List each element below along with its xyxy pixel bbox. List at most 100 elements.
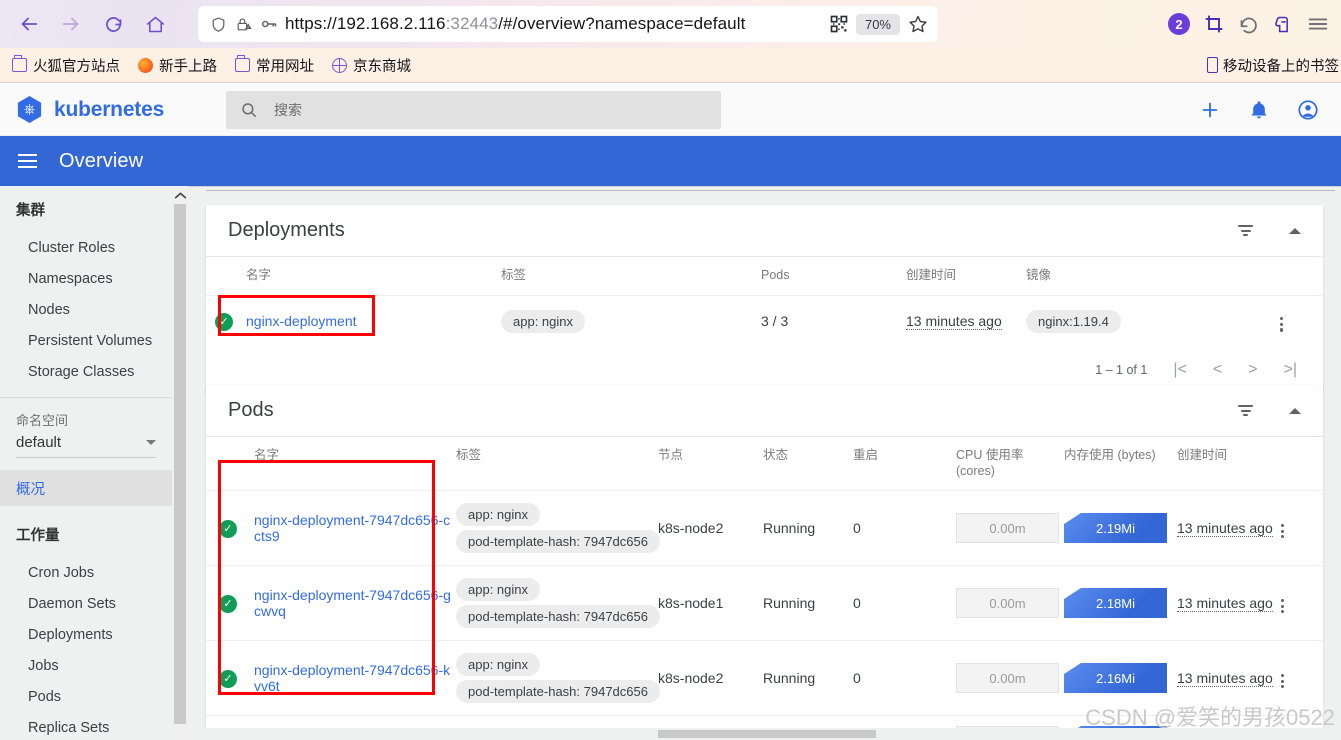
sidebar-item-namespaces[interactable]: Namespaces — [0, 263, 172, 294]
sidebar-item-persistent-volumes[interactable]: Persistent Volumes — [0, 325, 172, 356]
pagination-next-button[interactable]: > — [1248, 361, 1257, 379]
forward-icon[interactable] — [52, 5, 90, 43]
th-labels[interactable]: 标签 — [501, 257, 761, 295]
bookmark-item[interactable]: 新手上路 — [138, 55, 217, 76]
address-bar[interactable]: https://192.168.2.116:32443/#/overview?n… — [198, 6, 938, 42]
row-name-cell: nginx-deployment-7947dc656-gcwvq — [254, 565, 456, 641]
pagination-prev-button[interactable]: < — [1213, 361, 1222, 379]
sidebar-item-cluster-roles[interactable]: Cluster Roles — [0, 232, 172, 263]
notification-count-badge[interactable]: 2 — [1168, 13, 1190, 35]
filter-list-icon[interactable] — [1238, 224, 1253, 237]
qr-code-icon[interactable] — [830, 15, 848, 33]
sidebar-item-cron-jobs[interactable]: Cron Jobs — [0, 557, 172, 588]
th-name[interactable]: 名字 — [246, 257, 501, 295]
more-vert-icon[interactable] — [1276, 313, 1287, 336]
sidebar-item-storage-classes[interactable]: Storage Classes — [0, 356, 172, 387]
namespace-select[interactable]: default — [16, 434, 156, 458]
th-created[interactable]: 创建时间 — [906, 257, 1026, 295]
bell-icon[interactable] — [1249, 100, 1269, 120]
zoom-level-badge[interactable]: 70% — [855, 13, 900, 35]
created-timestamp: 13 minutes ago — [1177, 670, 1273, 688]
screenshot-crop-icon[interactable] — [1204, 14, 1224, 34]
table-row[interactable]: ✓ nginx-deployment app: nginx 3 / 3 13 m… — [206, 294, 1323, 348]
table-row[interactable]: ✓ nginx-deployment-7947dc656-ccts9 app: … — [206, 490, 1323, 566]
url-text[interactable]: https://192.168.2.116:32443/#/overview?n… — [285, 14, 823, 34]
memory-usage-value: 2.18Mi — [1064, 588, 1167, 619]
sidebar-item-daemon-sets[interactable]: Daemon Sets — [0, 588, 172, 619]
chevron-up-icon[interactable] — [1289, 407, 1301, 414]
th-cpu-line2: (cores) — [956, 463, 995, 478]
pods-table-header-row: 名字 标签 节点 状态 重启 CPU 使用率 (cores) 内存使用 (byt… — [206, 437, 1323, 491]
sidebar-scrollbar-thumb[interactable] — [174, 204, 186, 724]
row-status-cell: ✓ — [206, 640, 254, 716]
more-vert-icon[interactable] — [1277, 520, 1288, 543]
th-memory[interactable]: 内存使用 (bytes) — [1064, 437, 1177, 491]
pagination-last-button[interactable]: >| — [1284, 361, 1298, 379]
row-node-cell: k8s-node1 — [658, 565, 763, 641]
th-spacer — [206, 437, 254, 491]
search-input[interactable]: 搜索 — [226, 90, 721, 129]
table-row[interactable]: ✓ nginx-deployment-7947dc656-gcwvq app: … — [206, 565, 1323, 641]
search-placeholder: 搜索 — [274, 101, 302, 118]
lock-warning-icon[interactable] — [235, 16, 252, 33]
sidebar-item-pods[interactable]: Pods — [0, 681, 172, 712]
row-actions-cell — [1277, 565, 1323, 641]
sidebar-nav: 集群 Cluster Roles Namespaces Nodes Persis… — [0, 186, 172, 740]
th-restarts[interactable]: 重启 — [853, 437, 956, 491]
th-node[interactable]: 节点 — [658, 437, 763, 491]
sidebar-item-overview[interactable]: 概况 — [0, 470, 172, 506]
th-name[interactable]: 名字 — [254, 437, 456, 491]
bookmark-mobile-folder[interactable]: 移动设备上的书签 — [1207, 55, 1341, 76]
chevron-up-icon[interactable] — [1289, 227, 1301, 234]
scroll-up-icon[interactable] — [172, 186, 188, 204]
filter-list-icon[interactable] — [1238, 404, 1253, 417]
pocket-icon[interactable] — [1273, 14, 1293, 34]
bookmark-star-icon[interactable] — [908, 14, 928, 34]
reload-icon[interactable] — [94, 5, 132, 43]
th-images[interactable]: 镜像 — [1026, 257, 1276, 295]
th-pods[interactable]: Pods — [761, 257, 906, 295]
hamburger-menu-icon[interactable] — [1307, 13, 1329, 35]
app-brand[interactable]: ⎈ kubernetes — [0, 96, 210, 123]
th-labels[interactable]: 标签 — [456, 437, 658, 491]
shield-icon[interactable] — [210, 16, 227, 33]
bookmark-item[interactable]: 常用网址 — [235, 55, 314, 76]
content-horizontal-scrollbar[interactable] — [188, 728, 1341, 740]
plus-icon[interactable] — [1199, 99, 1221, 121]
namespace-label: 命名空间 — [16, 413, 69, 428]
sidebar-scrollbar[interactable] — [172, 186, 188, 740]
bookmark-item[interactable]: 京东商城 — [332, 55, 411, 76]
th-cpu[interactable]: CPU 使用率 (cores) — [956, 437, 1064, 491]
pod-name-link[interactable]: nginx-deployment-7947dc656-gcwvq — [254, 587, 451, 619]
account-circle-icon[interactable] — [1297, 99, 1319, 121]
more-vert-icon[interactable] — [1277, 595, 1288, 618]
sidebar-item-jobs[interactable]: Jobs — [0, 650, 172, 681]
content-horizontal-scrollbar-thumb[interactable] — [658, 730, 876, 738]
key-icon[interactable] — [260, 15, 278, 33]
pagination-first-button[interactable]: |< — [1173, 361, 1187, 379]
bookmark-item[interactable]: 火狐官方站点 — [12, 55, 120, 76]
table-row[interactable]: ✓ nginx-deployment-7947dc656-kvv6t app: … — [206, 640, 1323, 716]
th-status[interactable]: 状态 — [763, 437, 853, 491]
more-vert-icon[interactable] — [1277, 670, 1288, 693]
page-toolbar: Overview — [0, 136, 1341, 186]
check-circle-icon: ✓ — [219, 670, 237, 688]
content-top-scroll-track[interactable] — [188, 186, 1341, 200]
home-icon[interactable] — [136, 5, 174, 43]
chevron-down-icon — [146, 440, 156, 445]
th-created[interactable]: 创建时间 — [1177, 437, 1277, 491]
sidebar-item-replica-sets[interactable]: Replica Sets — [0, 712, 172, 740]
check-circle-icon: ✓ — [215, 313, 233, 332]
row-created-cell: 13 minutes ago — [1177, 565, 1277, 641]
pod-name-link[interactable]: nginx-deployment-7947dc656-ccts9 — [254, 512, 450, 544]
row-actions-cell — [1277, 490, 1323, 566]
sidebar-section-cluster: 集群 — [16, 203, 45, 219]
deployment-name-link[interactable]: nginx-deployment — [246, 313, 357, 329]
hamburger-menu-icon[interactable] — [18, 153, 37, 169]
back-icon[interactable] — [10, 5, 48, 43]
sidebar-item-nodes[interactable]: Nodes — [0, 294, 172, 325]
bookmark-label: 京东商城 — [353, 58, 411, 75]
sidebar-item-deployments[interactable]: Deployments — [0, 619, 172, 650]
undo-arrow-icon[interactable] — [1238, 14, 1259, 35]
pod-name-link[interactable]: nginx-deployment-7947dc656-kvv6t — [254, 662, 450, 694]
